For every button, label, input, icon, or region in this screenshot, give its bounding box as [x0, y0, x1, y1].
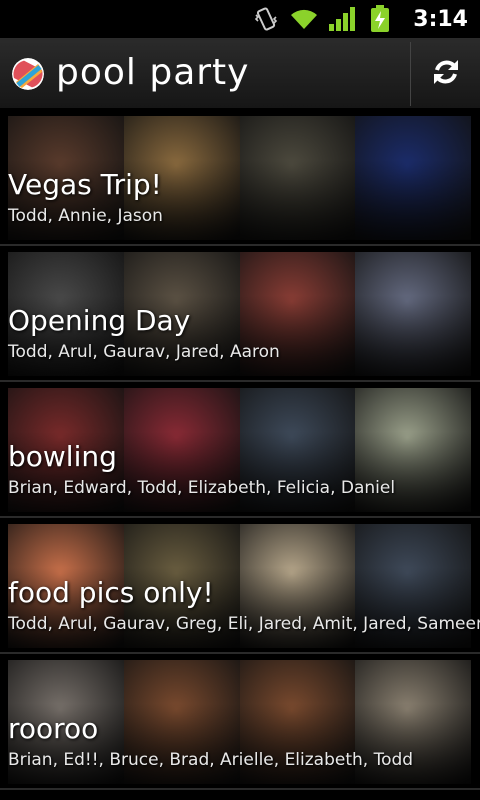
album-title: bowling — [8, 440, 117, 473]
album-members: Todd, Arul, Gaurav, Greg, Eli, Jared, Am… — [8, 614, 480, 634]
album-item[interactable]: rooroo Brian, Ed!!, Bruce, Brad, Arielle… — [0, 654, 480, 790]
album-item[interactable]: Opening Day Todd, Arul, Gaurav, Jared, A… — [0, 246, 480, 382]
wifi-icon — [289, 4, 319, 34]
album-item[interactable]: food pics only! Todd, Arul, Gaurav, Greg… — [0, 518, 480, 654]
album-title: Vegas Trip! — [8, 168, 162, 201]
album-list[interactable]: Vegas Trip! Todd, Annie, Jason Opening D… — [0, 110, 480, 800]
album-title: rooroo — [8, 712, 99, 745]
action-bar: pool party — [0, 38, 480, 110]
status-bar: 3:14 — [0, 0, 480, 38]
refresh-button[interactable] — [412, 38, 480, 110]
app-logo-icon — [12, 58, 44, 90]
battery-charging-icon — [365, 4, 395, 34]
album-item[interactable]: Vegas Trip! Todd, Annie, Jason — [0, 110, 480, 246]
album-members: Brian, Edward, Todd, Elizabeth, Felicia,… — [8, 478, 396, 498]
album-members: Todd, Arul, Gaurav, Jared, Aaron — [8, 342, 280, 362]
album-title: Opening Day — [8, 304, 191, 337]
album-item[interactable]: bowling Brian, Edward, Todd, Elizabeth, … — [0, 382, 480, 518]
vibrate-icon — [251, 4, 281, 34]
refresh-icon — [431, 57, 461, 91]
album-members: Todd, Annie, Jason — [8, 206, 163, 226]
app-title: pool party — [56, 52, 250, 93]
album-title: food pics only! — [8, 576, 214, 609]
signal-icon — [327, 4, 357, 34]
clock: 3:14 — [413, 6, 468, 32]
album-members: Brian, Ed!!, Bruce, Brad, Arielle, Eliza… — [8, 750, 414, 770]
action-bar-divider — [410, 42, 411, 106]
